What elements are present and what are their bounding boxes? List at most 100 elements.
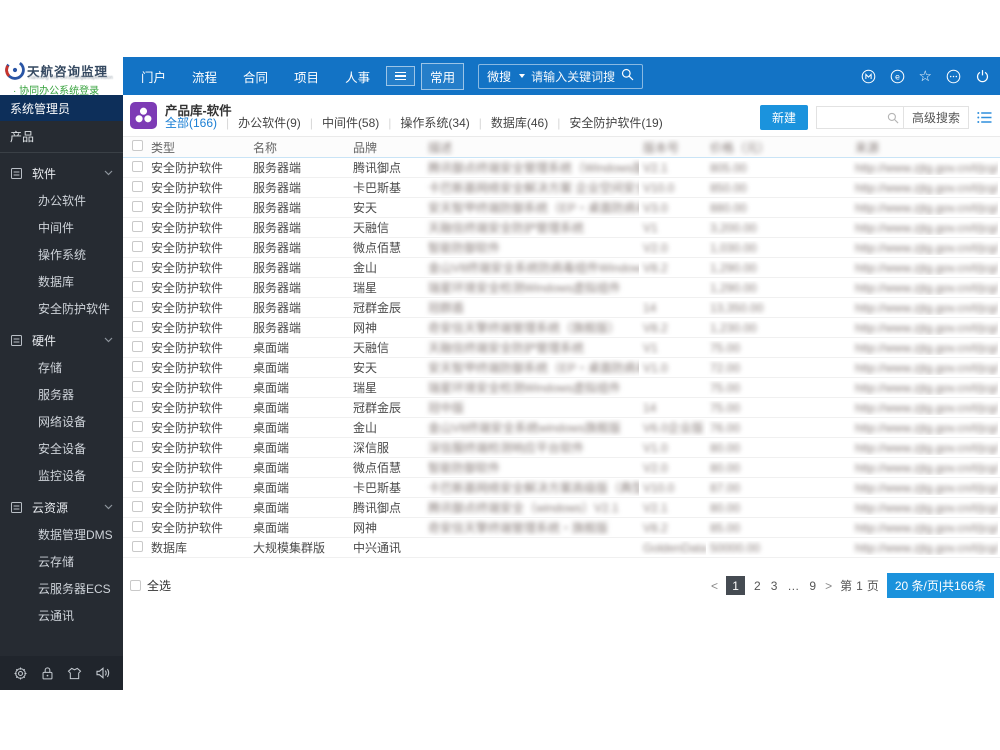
speaker-icon[interactable] <box>95 666 111 680</box>
category-tab[interactable]: 数据库(46) <box>491 114 548 131</box>
table-row[interactable]: 安全防护软件 服务器端 网神 奇安信天擎终端管理系统（旗舰版） V8.2 1,230.00… <box>123 318 1000 338</box>
table-row[interactable]: 安全防护软件 桌面端 腾讯御点 腾讯御点终端安全（windows）V2.1 V2.1 80… <box>123 498 1000 518</box>
table-row[interactable]: 安全防护软件 桌面端 安天 安天智甲终端防御系统（EP・桌面防病毒版） V1.0 72.0… <box>123 358 1000 378</box>
select-all-checkbox[interactable] <box>130 580 141 591</box>
row-checkbox[interactable] <box>132 460 143 472</box>
sidebar-item[interactable]: 云通讯 <box>0 602 123 629</box>
table-row[interactable]: 安全防护软件 桌面端 微点佰慧 智能防御软件 V2.0 80.00 http://www.z… <box>123 458 1000 478</box>
global-search[interactable]: 微搜 请输入关键词搜 <box>478 63 644 89</box>
row-checkbox[interactable] <box>132 340 143 352</box>
sidebar-item[interactable]: 安全设备 <box>0 435 123 462</box>
category-tab[interactable]: 操作系统(34) <box>400 114 469 131</box>
table-row[interactable]: 数据库 大规模集群版 中兴通讯 GoldenData s… 50000.00 http:/… <box>123 538 1000 558</box>
sidebar-item[interactable]: 网络设备 <box>0 408 123 435</box>
search-icon[interactable] <box>621 68 634 84</box>
table-row[interactable]: 安全防护软件 桌面端 瑞星 瑞星环境安全检测Windows虚拟组件 75.00 http:… <box>123 378 1000 398</box>
nav-item[interactable]: 合同 <box>243 67 268 86</box>
row-checkbox[interactable] <box>132 240 143 252</box>
row-checkbox[interactable] <box>132 300 143 312</box>
filter-search-icon[interactable] <box>883 112 903 124</box>
list-view-icon[interactable] <box>977 111 992 124</box>
category-tab[interactable]: 全部(166) <box>165 114 217 131</box>
table-row[interactable]: 安全防护软件 桌面端 金山 金山V8终端安全系统windows旗舰版 V6.0企业版 76… <box>123 418 1000 438</box>
m-app-icon[interactable] <box>861 69 876 84</box>
nav-item[interactable]: 项目 <box>294 67 319 86</box>
table-row[interactable]: 安全防护软件 桌面端 冠群金辰 冠中版 14 75.00 http://www.zjtg.g… <box>123 398 1000 418</box>
sidebar-item[interactable]: 中间件 <box>0 214 123 241</box>
favorites-star-icon[interactable]: ☆ <box>919 69 932 84</box>
sidebar-section[interactable]: 云资源 <box>0 493 123 521</box>
header-checkbox[interactable] <box>132 140 143 151</box>
category-tab[interactable]: 办公软件(9) <box>238 114 301 131</box>
sidebar-item[interactable]: 数据库 <box>0 268 123 295</box>
more-options-icon[interactable] <box>946 69 961 84</box>
table-row[interactable]: 安全防护软件 服务器端 瑞星 瑞星环境安全检测Windows虚拟组件 1,290.00 h… <box>123 278 1000 298</box>
gear-icon[interactable] <box>13 666 28 681</box>
row-checkbox[interactable] <box>132 280 143 292</box>
table-row[interactable]: 安全防护软件 桌面端 天融信 天融信终端安全防护管理系统 V1 75.00 http://w… <box>123 338 1000 358</box>
sidebar-item[interactable]: 办公软件 <box>0 187 123 214</box>
table-row[interactable]: 安全防护软件 服务器端 卡巴斯基 卡巴斯基网络安全解决方案 企业空间安全 防病毒组件…… <box>123 178 1000 198</box>
row-checkbox[interactable] <box>132 500 143 512</box>
prev-page-button[interactable]: < <box>711 579 718 593</box>
jump-page-input[interactable]: 1 <box>856 579 863 593</box>
table-row[interactable]: 安全防护软件 服务器端 腾讯御点 腾讯御点终端安全管理系统（Windows版） V2.1… <box>123 158 1000 178</box>
next-page-button[interactable]: > <box>825 579 832 593</box>
row-checkbox[interactable] <box>132 160 143 172</box>
pagination-page[interactable]: 9 <box>808 579 817 593</box>
select-all-control[interactable]: 全选 <box>130 577 171 594</box>
table-row[interactable]: 安全防护软件 服务器端 安天 安天智甲终端防御系统（EP・桌面防病毒版） V3.0 880… <box>123 198 1000 218</box>
row-checkbox[interactable] <box>132 380 143 392</box>
pagination-page[interactable]: 2 <box>753 579 762 593</box>
sidebar-item[interactable]: 云服务器ECS <box>0 575 123 602</box>
row-checkbox[interactable] <box>132 360 143 372</box>
pagination-page[interactable]: … <box>786 579 800 593</box>
row-checkbox[interactable] <box>132 260 143 272</box>
table-row[interactable]: 安全防护软件 桌面端 深信服 深信服终端检测响应平台软件 V1.0 80.00 http:/… <box>123 438 1000 458</box>
sidebar-item[interactable]: 数据管理DMS <box>0 521 123 548</box>
shirt-icon[interactable] <box>67 667 82 680</box>
row-checkbox[interactable] <box>132 320 143 332</box>
sidebar-item[interactable]: 安全防护软件 <box>0 295 123 322</box>
table-row[interactable]: 安全防护软件 服务器端 冠群金辰 冠群盾 14 13,350.00 http://www.z… <box>123 298 1000 318</box>
sidebar-item[interactable]: 存储 <box>0 354 123 381</box>
table-row[interactable]: 安全防护软件 服务器端 金山 金山V8终端安全系统防病毒组件Windows网络版 V8.… <box>123 258 1000 278</box>
table-row[interactable]: 安全防护软件 桌面端 卡巴斯基 卡巴斯基网络安全解决方案高级版（典型・KS… V10.0… <box>123 478 1000 498</box>
row-checkbox[interactable] <box>132 400 143 412</box>
row-checkbox[interactable] <box>132 480 143 492</box>
sidebar-item[interactable]: 监控设备 <box>0 462 123 489</box>
sidebar-item[interactable]: 服务器 <box>0 381 123 408</box>
nav-item[interactable]: 门户 <box>141 67 166 86</box>
search-scope-dropdown[interactable]: 微搜 <box>487 68 511 85</box>
global-search-input[interactable]: 请输入关键词搜 <box>531 68 615 85</box>
table-row[interactable]: 安全防护软件 服务器端 微点佰慧 智能防御软件 V2.0 1,030.00 http://w… <box>123 238 1000 258</box>
nav-item[interactable]: 人事 <box>345 67 370 86</box>
menu-grid-button[interactable] <box>386 65 416 87</box>
message-icon[interactable]: e <box>890 69 905 84</box>
sidebar-section[interactable]: 硬件 <box>0 326 123 354</box>
row-checkbox[interactable] <box>132 520 143 532</box>
row-checkbox[interactable] <box>132 420 143 432</box>
row-checkbox[interactable] <box>132 200 143 212</box>
row-checkbox[interactable] <box>132 540 143 552</box>
nav-item[interactable]: 流程 <box>192 67 217 86</box>
power-logout-icon[interactable] <box>975 69 990 84</box>
filter-search-input[interactable] <box>817 107 883 128</box>
sidebar-item[interactable]: 云存储 <box>0 548 123 575</box>
row-checkbox[interactable] <box>132 180 143 192</box>
row-checkbox[interactable] <box>132 220 143 232</box>
table-row[interactable]: 安全防护软件 桌面端 网神 奇安信天擎终端管理系统・旗舰版 V8.2 85.00 http:… <box>123 518 1000 538</box>
category-tab[interactable]: 中间件(58) <box>322 114 379 131</box>
pagination-page[interactable]: 3 <box>770 579 779 593</box>
new-button[interactable]: 新建 <box>759 105 808 130</box>
category-tab[interactable]: 安全防护软件(19) <box>569 114 662 131</box>
sidebar-item[interactable]: 操作系统 <box>0 241 123 268</box>
row-checkbox[interactable] <box>132 440 143 452</box>
table-row[interactable]: 安全防护软件 服务器端 天融信 天融信终端安全防护管理系统 V1 3,200.00 http… <box>123 218 1000 238</box>
lock-icon[interactable] <box>41 666 54 681</box>
pagination-page[interactable]: 1 <box>726 576 746 595</box>
advanced-search-button[interactable]: 高级搜索 <box>902 107 968 128</box>
sidebar-section[interactable]: 软件 <box>0 159 123 187</box>
quick-access-tab[interactable]: 常用 <box>421 62 465 90</box>
page-size-badge[interactable]: 20 条/页|共166条 <box>886 573 994 598</box>
